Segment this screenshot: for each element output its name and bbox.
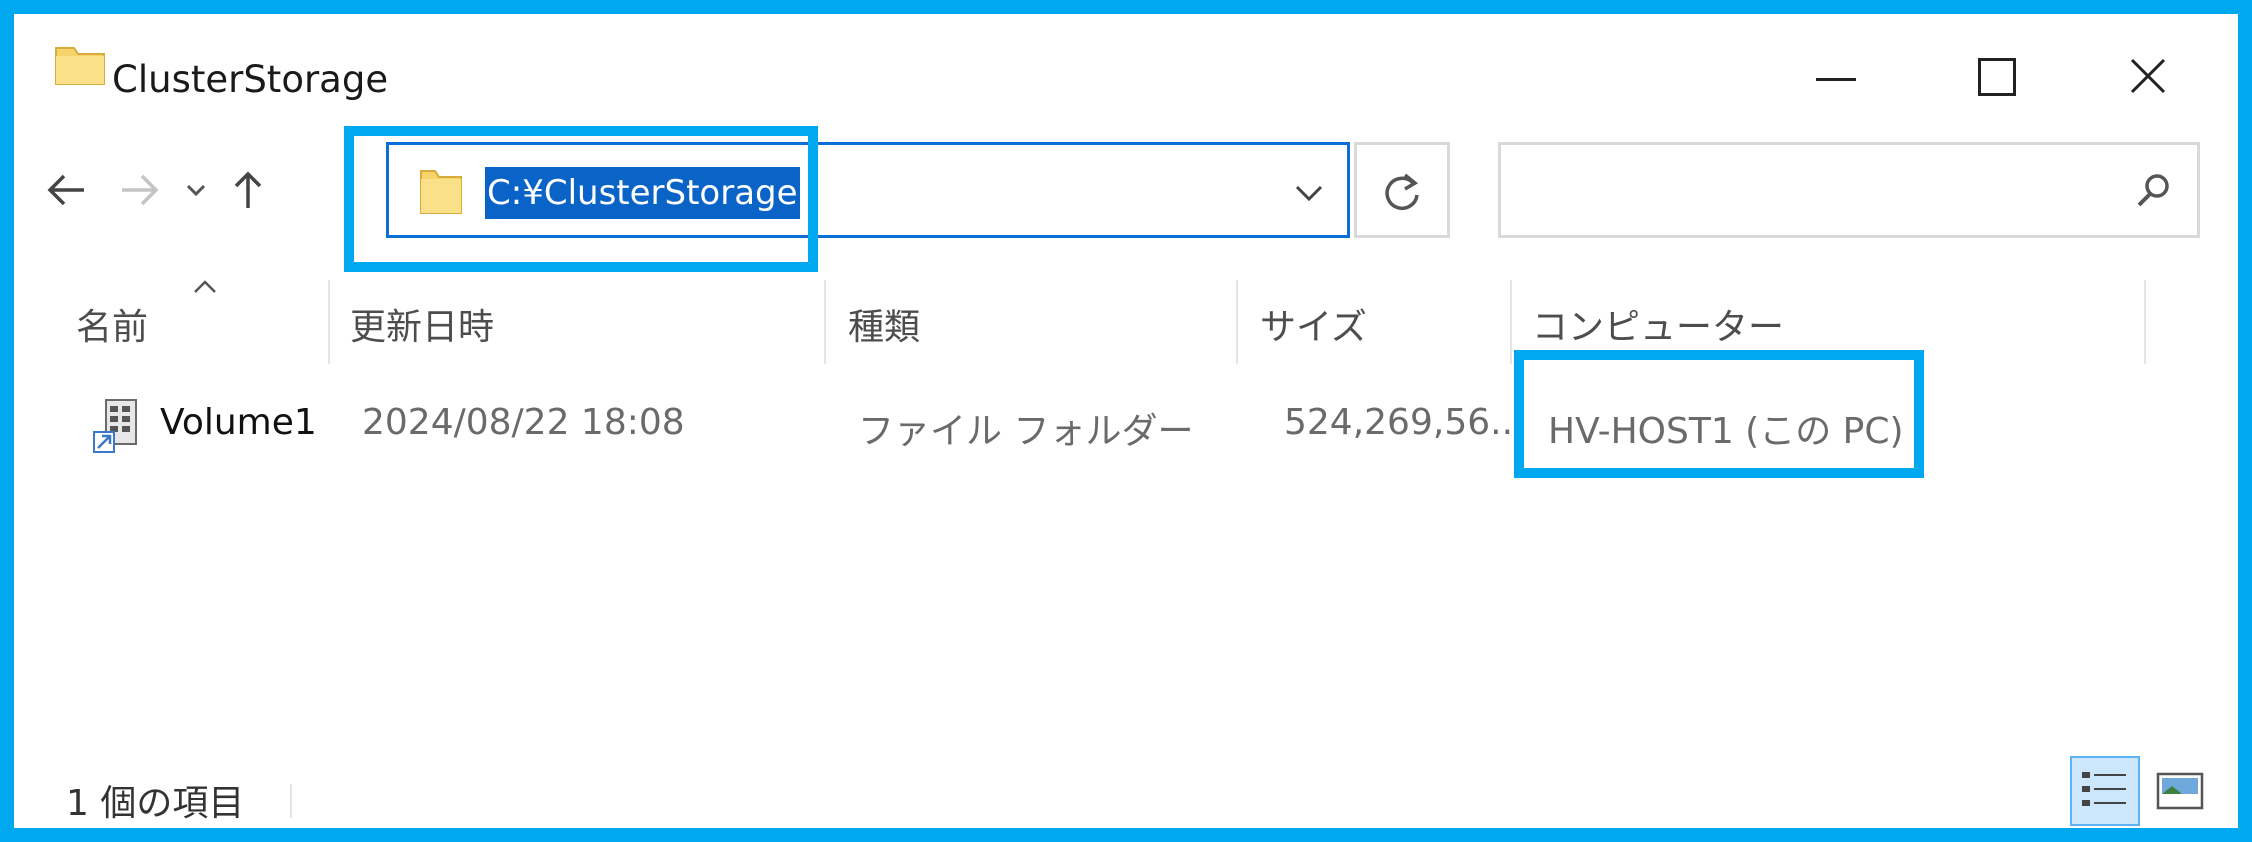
column-divider[interactable]: [2144, 280, 2146, 364]
forward-button: [110, 162, 166, 218]
maximize-icon: [1978, 58, 2016, 96]
close-button[interactable]: [2108, 44, 2188, 114]
status-bar: 1 個の項目: [14, 754, 2238, 828]
file-row[interactable]: Volume1 2024/08/22 18:08 ファイル フォルダー 524,…: [70, 384, 2190, 470]
cluster-volume-icon: [93, 399, 137, 453]
details-view-icon: [2082, 772, 2126, 806]
search-input[interactable]: [1511, 155, 2115, 227]
large-icons-view-icon[interactable]: [2154, 764, 2208, 818]
folder-icon: [55, 47, 105, 85]
column-divider[interactable]: [1236, 280, 1238, 364]
file-computer: HV-HOST1 (この PC): [1548, 411, 1904, 452]
search-icon[interactable]: [2131, 169, 2175, 213]
file-modified: 2024/08/22 18:08: [362, 402, 685, 443]
maximize-button[interactable]: [1954, 44, 2034, 114]
search-box[interactable]: [1498, 142, 2200, 238]
column-divider[interactable]: [824, 280, 826, 364]
close-icon: [2130, 58, 2166, 94]
status-divider: [290, 784, 292, 818]
file-size: 524,269,56...: [1284, 402, 1525, 443]
item-count: 1 個の項目: [66, 783, 245, 824]
file-name: Volume1: [160, 402, 317, 443]
minimize-button[interactable]: [1794, 44, 1874, 114]
back-button[interactable]: [40, 162, 96, 218]
up-arrow-icon: [234, 171, 262, 208]
column-header-name[interactable]: 名前: [76, 298, 148, 350]
address-path[interactable]: C:¥ClusterStorage: [485, 167, 800, 219]
address-bar[interactable]: C:¥ClusterStorage: [386, 142, 1350, 238]
recent-locations-button[interactable]: [176, 162, 216, 218]
file-type: ファイル フォルダー: [858, 411, 1194, 452]
minimize-icon: [1816, 78, 1856, 81]
column-divider[interactable]: [1510, 280, 1512, 364]
chevron-down-icon: [186, 184, 206, 197]
column-divider[interactable]: [328, 280, 330, 364]
refresh-icon: [1385, 173, 1419, 211]
column-header-modified[interactable]: 更新日時: [350, 298, 494, 350]
refresh-button[interactable]: [1354, 142, 1450, 238]
folder-icon: [420, 170, 462, 214]
column-header-computer[interactable]: コンピューター: [1532, 298, 1784, 350]
back-arrow-icon: [47, 174, 84, 206]
address-dropdown-icon[interactable]: [1289, 173, 1329, 213]
title-bar[interactable]: ClusterStorage: [14, 14, 2238, 124]
details-view-button[interactable]: [2070, 756, 2140, 826]
forward-arrow-icon: [122, 174, 159, 206]
column-header-size[interactable]: サイズ: [1260, 298, 1367, 350]
up-button[interactable]: [220, 162, 276, 218]
window-title: ClusterStorage: [112, 58, 389, 101]
column-header-type[interactable]: 種類: [848, 298, 920, 350]
column-headers: 名前 更新日時 種類 サイズ コンピューター: [14, 284, 2214, 372]
explorer-window: ClusterStorage C:¥ClusterStorage 名前 更新日時…: [14, 14, 2238, 828]
